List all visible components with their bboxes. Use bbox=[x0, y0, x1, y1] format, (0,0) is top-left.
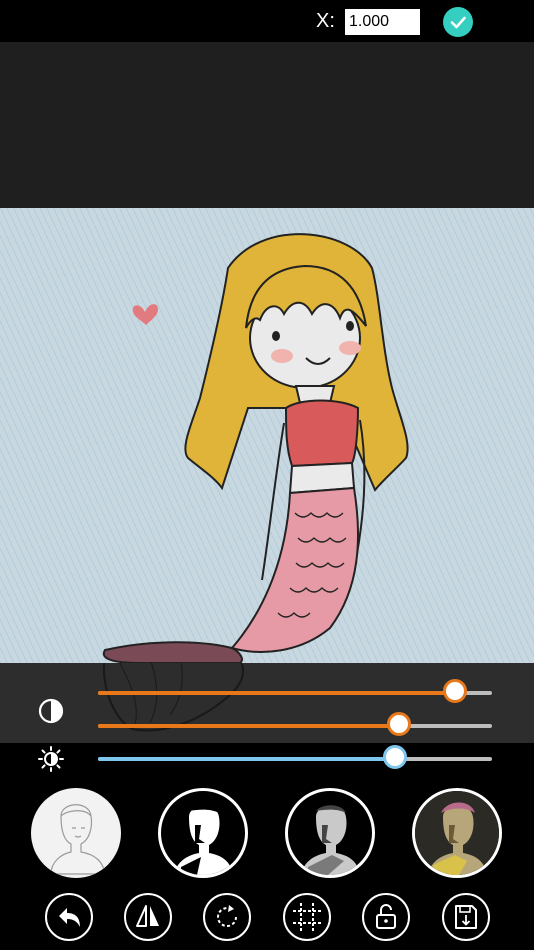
x-scale-input[interactable] bbox=[345, 9, 420, 35]
saturation-slider[interactable] bbox=[98, 712, 492, 736]
check-icon bbox=[450, 16, 466, 29]
flip-icon bbox=[136, 905, 159, 927]
x-scale-label: X: bbox=[316, 10, 335, 32]
brightness-slider-thumb[interactable] bbox=[383, 745, 408, 769]
undo-button[interactable] bbox=[45, 893, 93, 941]
contrast-slider[interactable] bbox=[98, 679, 492, 703]
brightness-slider-fill bbox=[98, 757, 396, 761]
contrast-slider-thumb[interactable] bbox=[442, 679, 467, 703]
unlock-icon bbox=[376, 904, 396, 929]
contrast-slider-fill bbox=[98, 691, 455, 695]
mermaid-drawing bbox=[0, 208, 534, 663]
contrast-icon bbox=[38, 698, 64, 724]
filter-sketch[interactable] bbox=[31, 788, 121, 878]
filter-gray[interactable] bbox=[285, 788, 375, 878]
workspace-background bbox=[0, 42, 534, 208]
filter-color[interactable] bbox=[412, 788, 502, 878]
image-canvas[interactable] bbox=[0, 208, 534, 663]
adjustment-overlay bbox=[0, 663, 534, 743]
statue-bw-icon bbox=[175, 805, 233, 875]
flip-button[interactable] bbox=[124, 893, 172, 941]
statue-sketch-icon bbox=[50, 804, 106, 875]
statue-gray-icon bbox=[302, 805, 360, 875]
undo-icon bbox=[59, 908, 80, 927]
rotate-icon bbox=[217, 905, 238, 928]
save-icon bbox=[455, 905, 477, 929]
top-bar: X: bbox=[0, 0, 534, 42]
brightness-icon bbox=[38, 746, 64, 772]
rotate-button[interactable] bbox=[203, 893, 251, 941]
filter-strip bbox=[0, 783, 534, 883]
crop-icon bbox=[293, 903, 321, 931]
crop-button[interactable] bbox=[283, 893, 331, 941]
confirm-button[interactable] bbox=[443, 7, 473, 37]
tail-under-overlay bbox=[102, 663, 244, 732]
save-button[interactable] bbox=[442, 893, 490, 941]
saturation-slider-fill bbox=[98, 724, 400, 728]
statue-color-icon bbox=[415, 791, 499, 875]
brightness-slider[interactable] bbox=[98, 745, 492, 769]
filter-black-white[interactable] bbox=[158, 788, 248, 878]
lock-button[interactable] bbox=[362, 893, 410, 941]
